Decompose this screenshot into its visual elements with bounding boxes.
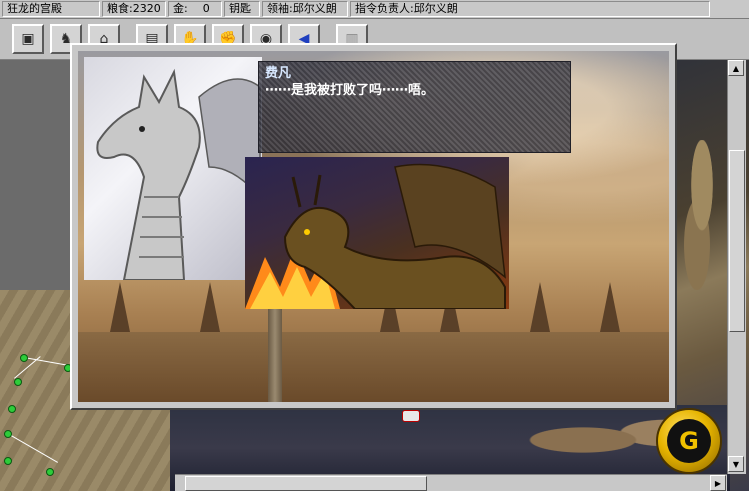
gold-label: 金: <box>173 2 188 15</box>
leader-label: 领袖:邱尔义朗 <box>262 1 348 17</box>
speaker-name: 费凡 <box>265 66 292 81</box>
cursor-marker-icon <box>402 410 420 422</box>
white-dragon-icon <box>96 68 261 280</box>
dark-dragon-portrait <box>245 157 509 309</box>
status-bar: 狂龙的宫殿 粮食:2320 金: 0 钥匙 领袖:邱尔义朗 指令负责人:邱尔义朗 <box>0 0 749 19</box>
map-rocks <box>677 140 727 290</box>
scroll-right-icon[interactable]: ▶ <box>710 475 726 491</box>
path-waypoint[interactable] <box>4 430 12 438</box>
food-counter: 粮食:2320 <box>102 1 166 17</box>
path-waypoint[interactable] <box>46 468 54 476</box>
path-waypoint[interactable] <box>8 405 16 413</box>
gold-counter: 金: 0 <box>168 1 222 17</box>
logo-glyph: G <box>679 427 699 455</box>
white-dragon-portrait <box>84 57 262 280</box>
speech-box[interactable]: 费凡 ⋯⋯是我被打败了吗⋯⋯唔。 <box>258 61 571 153</box>
vertical-scrollbar[interactable]: ▲ ▼ <box>727 60 746 474</box>
fire-dragon-icon <box>245 163 506 309</box>
horizontal-scrollbar[interactable]: ▶ <box>175 474 727 491</box>
gold-value: 0 <box>202 2 210 15</box>
scroll-up-icon[interactable]: ▲ <box>728 60 744 76</box>
key-indicator: 钥匙 <box>224 1 260 17</box>
event-scene-background: 费凡 ⋯⋯是我被打败了吗⋯⋯唔。 <box>78 51 669 402</box>
commander-label: 指令负责人:邱尔义朗 <box>350 1 710 17</box>
path-waypoint[interactable] <box>4 457 12 465</box>
dialog-text: ⋯⋯是我被打败了吗⋯⋯唔。 <box>265 83 435 98</box>
scene-ground <box>78 332 669 402</box>
event-dialog[interactable]: 费凡 ⋯⋯是我被打败了吗⋯⋯唔。 <box>70 43 677 410</box>
footprint-logo-icon: G <box>667 419 711 463</box>
scroll-down-icon[interactable]: ▼ <box>728 456 744 472</box>
horizontal-scroll-thumb[interactable] <box>185 476 427 491</box>
map-scroll-icon: ▣ <box>21 31 35 47</box>
map-scroll-button[interactable]: ▣ <box>12 24 44 54</box>
path-waypoint[interactable] <box>20 354 28 362</box>
vertical-scroll-thumb[interactable] <box>729 150 745 332</box>
game-logo-button[interactable]: G <box>656 408 722 474</box>
path-waypoint[interactable] <box>14 378 22 386</box>
game-screen: 狂龙的宫殿 粮食:2320 金: 0 钥匙 领袖:邱尔义朗 指令负责人:邱尔义朗 … <box>0 0 749 491</box>
location-name: 狂龙的宫殿 <box>2 1 100 17</box>
